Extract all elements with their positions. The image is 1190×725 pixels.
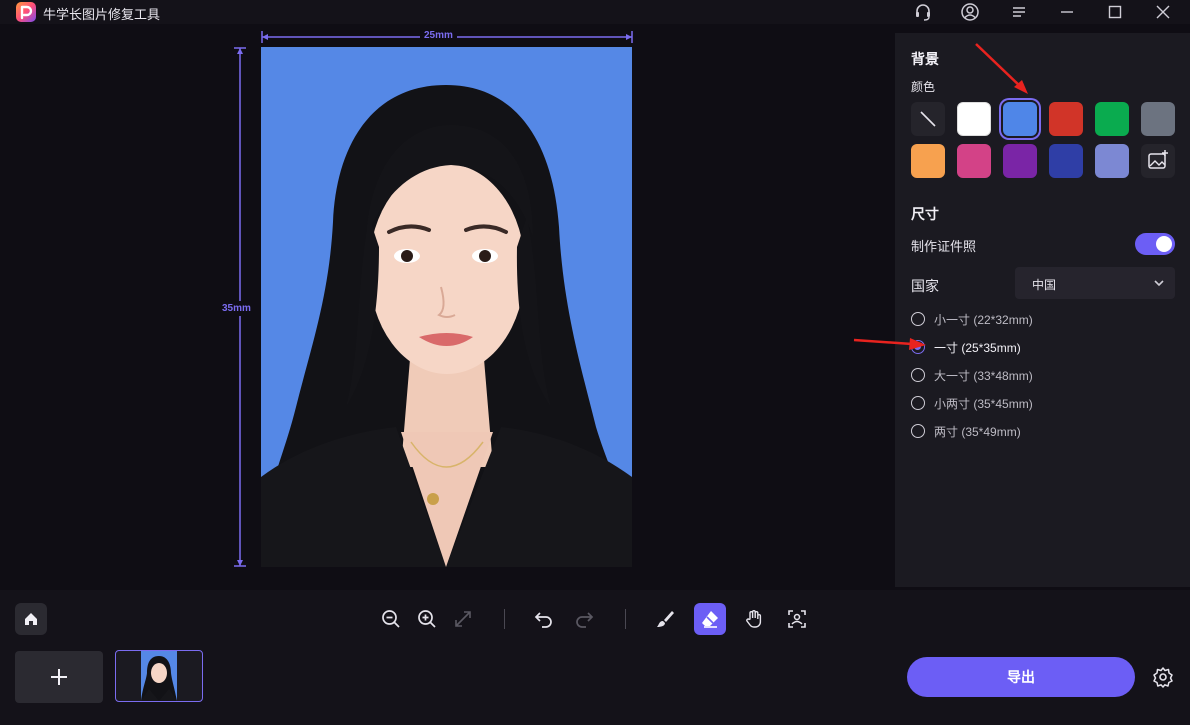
radio-button[interactable] [911,368,925,382]
headset-icon [916,4,930,21]
export-button[interactable]: 导出 [907,657,1135,697]
id-photo-toggle[interactable] [1135,233,1175,255]
home-button[interactable] [15,603,47,635]
eraser-tool-button[interactable] [694,603,726,635]
zoom-out-icon [382,610,400,628]
bottom-toolbar: 导出 [0,590,1190,725]
swatch-navy[interactable] [1049,144,1083,178]
size-option-label: 一寸 (25*35mm) [934,340,1021,355]
radio-button[interactable] [911,312,925,326]
hand-icon [746,610,762,628]
swatch-white[interactable] [957,102,991,136]
redo-icon [576,612,594,628]
menu-icon [1013,7,1025,17]
home-icon [25,613,37,625]
user-circle-icon [961,3,979,21]
menu-button[interactable] [1001,0,1037,24]
swatch-purple[interactable] [1003,144,1037,178]
plus-icon [51,669,67,685]
annotation-arrow-left [853,338,926,350]
size-section-title: 尺寸 [911,206,939,222]
size-option-label: 小一寸 (22*32mm) [934,312,1033,327]
pan-tool-button[interactable] [738,603,770,635]
swatch-pink[interactable] [957,144,991,178]
thumbnail-image [141,651,177,701]
swatch-orange[interactable] [911,144,945,178]
swatch-blue[interactable] [1003,102,1037,136]
color-label: 颜色 [911,80,936,94]
radio-button[interactable] [911,424,925,438]
size-option[interactable]: 小一寸 (22*32mm) [911,310,1033,328]
size-option-label: 大一寸 (33*48mm) [934,368,1033,383]
swatch-gray[interactable] [1141,102,1175,136]
title-bar: 牛学长图片修复工具 [0,0,1190,24]
background-section-title: 背景 [911,51,939,67]
toggle-knob [1156,236,1172,252]
swatch-custom-image[interactable] [1141,144,1175,178]
radio-button[interactable] [911,396,925,410]
minimize-button[interactable] [1049,0,1085,24]
height-dimension-label: 35mm [222,301,251,316]
chevron-down-icon [1154,280,1164,287]
expand-icon [455,611,471,627]
brush-icon [657,611,674,627]
id-photo-preview [261,47,632,567]
compare-button[interactable] [781,603,813,635]
redo-button[interactable] [568,603,600,635]
add-image-button[interactable] [15,651,103,703]
no-color-icon [920,111,936,127]
size-option-label: 小两寸 (35*45mm) [934,396,1033,411]
settings-button[interactable] [1147,661,1179,693]
close-icon [1156,5,1170,19]
undo-button[interactable] [528,603,560,635]
support-button[interactable] [905,0,941,24]
maximize-icon [1108,5,1122,19]
toolbar-divider [625,609,626,629]
id-photo-label: 制作证件照 [911,239,977,254]
size-option[interactable]: 大一寸 (33*48mm) [911,366,1033,384]
swatch-none[interactable] [911,102,945,136]
undo-icon [534,612,552,628]
brush-tool-button[interactable] [649,603,681,635]
minimize-icon [1061,11,1073,13]
country-select-value: 中国 [1032,278,1057,292]
fit-screen-button[interactable] [447,603,479,635]
swatch-green[interactable] [1095,102,1129,136]
annotation-arrow-top [975,43,1028,94]
maximize-button[interactable] [1097,0,1133,24]
close-button[interactable] [1145,0,1181,24]
size-option[interactable]: 两寸 (35*49mm) [911,422,1021,440]
width-dimension-label: 25mm [420,30,457,41]
account-button[interactable] [952,0,988,24]
gear-icon [1153,667,1173,688]
zoom-in-icon [418,610,436,628]
toolbar-divider [504,609,505,629]
size-option[interactable]: 小两寸 (35*45mm) [911,394,1033,412]
country-select[interactable]: 中国 [1015,267,1175,299]
country-label: 国家 [911,278,939,294]
app-title: 牛学长图片修复工具 [43,7,161,22]
add-image-icon [1148,150,1168,169]
image-thumbnail[interactable] [115,650,203,702]
size-option-label: 两寸 (35*49mm) [934,424,1021,439]
settings-panel: 背景 颜色 尺寸 制作证件照 国家 中国 小一寸 (22*32mm) 一寸 (25… [895,33,1190,587]
app-logo-icon [16,2,36,22]
swatch-lavender[interactable] [1095,144,1129,178]
portrait-image [261,47,632,567]
face-scan-icon [788,610,806,628]
zoom-out-button[interactable] [375,603,407,635]
zoom-in-button[interactable] [411,603,443,635]
eraser-icon [702,611,718,628]
swatch-red[interactable] [1049,102,1083,136]
